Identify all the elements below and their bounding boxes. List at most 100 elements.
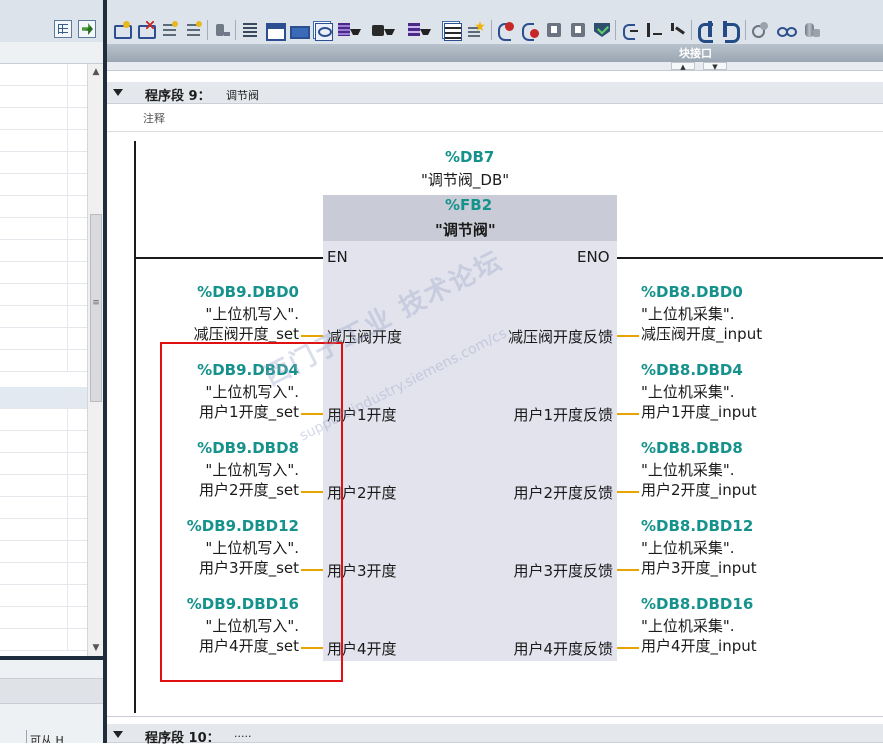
favorites-icon[interactable] [467,21,485,39]
block-interface-bar[interactable]: 块接口 [107,44,883,62]
db-symbolic-icon[interactable] [337,21,361,39]
monitor-on-icon[interactable] [777,21,797,39]
collapse-up-icon[interactable]: ▲ [671,62,695,71]
network-name[interactable]: 调节阀 [226,87,259,103]
table-row[interactable] [0,174,87,196]
table-row[interactable] [0,409,87,431]
network-comment[interactable]: 注释 [107,104,883,132]
table-row[interactable] [0,218,87,240]
output-operand-db[interactable]: "上位机采集". [641,303,735,324]
jump-previous-icon[interactable] [697,21,715,43]
table-row[interactable] [0,328,87,350]
instance-db-name[interactable]: "调节阀_DB" [421,169,509,190]
column-header-accessible[interactable]: 可从 H [30,732,64,743]
delete-network-icon[interactable] [137,21,156,39]
export-icon[interactable] [78,20,96,38]
absolute-operand-icon[interactable] [265,21,286,41]
table-row[interactable] [0,563,87,585]
pin-wire [617,569,639,571]
table-row[interactable] [0,607,87,629]
add-row-icon[interactable] [185,21,203,39]
window-icon[interactable] [289,21,310,39]
collapse-icon[interactable] [113,731,123,738]
insert-row-icon[interactable] [161,21,179,39]
table-row[interactable] [0,497,87,519]
operand-list-icon[interactable] [442,21,462,41]
table-row[interactable] [0,240,87,262]
output-pin[interactable]: 用户1开度反馈 [513,404,613,425]
comment-icon[interactable] [313,21,333,41]
table-row[interactable] [0,350,87,372]
close-branch-icon[interactable] [497,21,515,41]
output-operand-db[interactable]: "上位机采集". [641,615,735,636]
network-9-header[interactable]: 程序段 9： 调节阀 [107,82,883,104]
check-icon[interactable] [593,21,611,39]
monitor-icon[interactable] [569,21,587,39]
delete-branch-icon[interactable] [521,21,539,41]
scrollbar-thumb[interactable]: ≡ [90,214,102,402]
eno-pin[interactable]: ENO [577,248,610,266]
table-row[interactable] [0,306,87,328]
simulate-icon[interactable] [803,21,821,39]
monitor-icon[interactable] [545,21,563,39]
input-operand-db[interactable]: "上位机写入". [205,303,299,324]
network-name[interactable]: ..... [234,727,251,740]
connect-icon[interactable] [213,21,231,39]
table-row[interactable] [0,585,87,607]
table-row[interactable] [0,431,87,453]
en-pin[interactable]: EN [327,248,348,266]
open-branch-icon[interactable] [621,21,639,40]
output-operand-db[interactable]: "上位机采集". [641,381,735,402]
table-row[interactable] [0,262,87,284]
table-row[interactable] [0,108,87,130]
table-row[interactable] [0,475,87,497]
output-operand-tag[interactable]: 用户1开度_input [641,401,757,422]
table-row[interactable] [0,629,87,651]
output-operand-address[interactable]: %DB8.DBD12 [641,517,753,535]
grid-icon[interactable] [54,20,72,38]
network-10-header[interactable]: 程序段 10： ..... [107,724,883,746]
output-operand-address[interactable]: %DB8.DBD0 [641,283,743,301]
table-row-selected[interactable] [0,387,87,409]
output-operand-address[interactable]: %DB8.DBD16 [641,595,753,613]
list-icon[interactable] [241,21,259,39]
table-row[interactable] [0,196,87,218]
output-operand-tag[interactable]: 减压阀开度_input [641,323,762,344]
settings-icon[interactable] [751,21,769,39]
input-operand-address[interactable]: %DB9.DBD0 [197,283,299,301]
output-operand-tag[interactable]: 用户3开度_input [641,557,757,578]
insert-line-icon[interactable] [645,21,663,39]
table-row[interactable] [0,86,87,108]
db-absolute-icon[interactable] [371,21,395,39]
table-row[interactable] [0,284,87,306]
function-block-header[interactable]: %FB2 "调节阀" [323,195,617,241]
output-operand-db[interactable]: "上位机采集". [641,537,735,558]
output-pin[interactable]: 减压阀开度反馈 [508,326,613,347]
output-operand-tag[interactable]: 用户2开度_input [641,479,757,500]
input-operand-tag[interactable]: 减压阀开度_set [194,323,299,344]
table-row[interactable] [0,130,87,152]
output-pin[interactable]: 用户4开度反馈 [513,638,613,659]
output-pin[interactable]: 用户2开度反馈 [513,482,613,503]
output-operand-address[interactable]: %DB8.DBD8 [641,439,743,457]
instance-db-address[interactable]: %DB7 [445,148,494,166]
scroll-up-icon[interactable]: ▲ [90,65,102,79]
output-operand-tag[interactable]: 用户4开度_input [641,635,757,656]
insert-network-icon[interactable] [113,21,132,39]
collapse-icon[interactable] [113,89,123,96]
left-scrollbar[interactable]: ▲ ≡ ▼ [87,64,103,656]
scroll-down-icon[interactable]: ▼ [90,641,102,655]
diagonal-line-icon[interactable] [669,21,687,39]
db-both-icon[interactable] [407,21,431,39]
table-row[interactable] [0,519,87,541]
block-interface-splitter[interactable]: ▲ ▼ [107,62,883,71]
jump-next-icon[interactable] [721,21,740,43]
table-row[interactable] [0,453,87,475]
table-row[interactable] [0,152,87,174]
output-operand-address[interactable]: %DB8.DBD4 [641,361,743,379]
output-pin[interactable]: 用户3开度反馈 [513,560,613,581]
table-row[interactable] [0,64,87,86]
table-row[interactable] [0,541,87,563]
expand-down-icon[interactable]: ▼ [703,62,727,71]
output-operand-db[interactable]: "上位机采集". [641,459,735,480]
